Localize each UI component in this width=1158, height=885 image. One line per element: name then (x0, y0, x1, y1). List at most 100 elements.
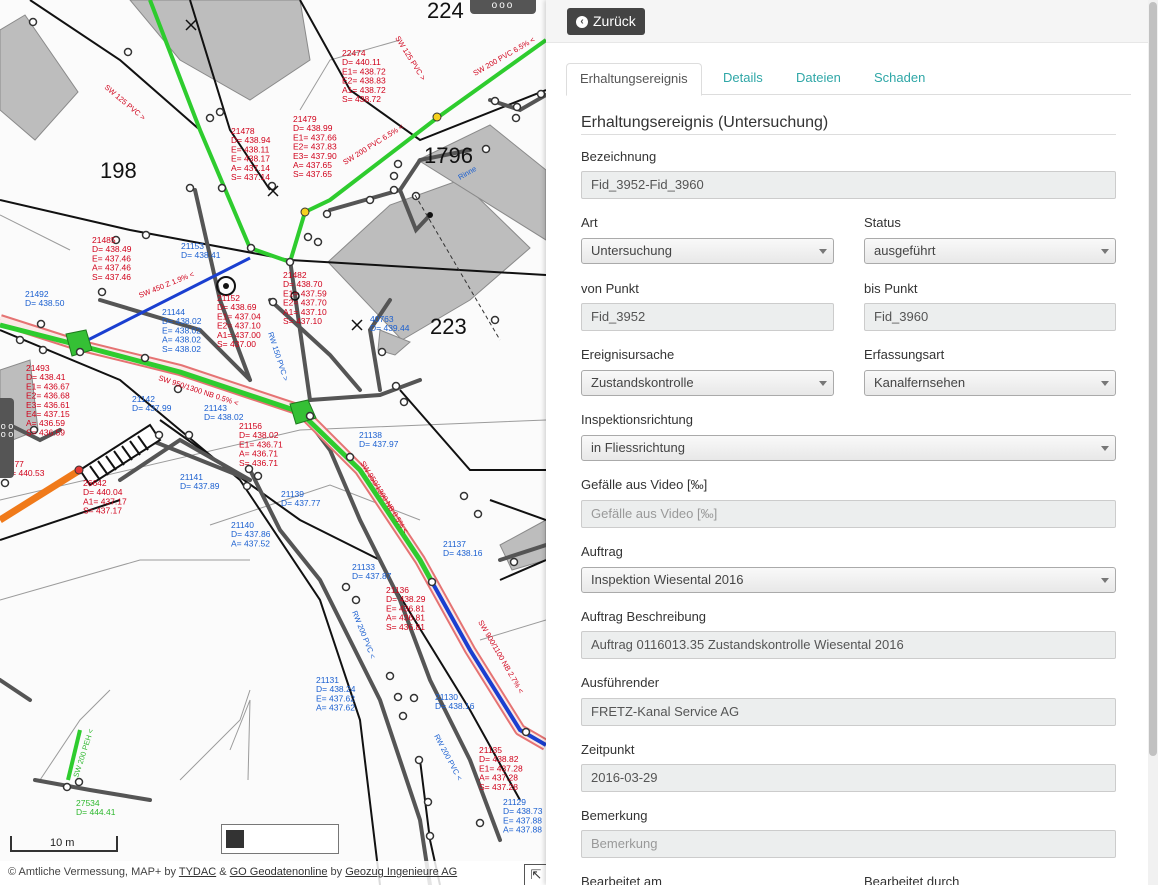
zeitpunkt-field[interactable]: 2016-03-29 (581, 764, 1116, 792)
bis-punkt-field[interactable]: Fid_3960 (864, 303, 1116, 331)
scrollbar-thumb[interactable] (1149, 2, 1157, 756)
auftrag-beschreibung-field[interactable]: Auftrag 0116013.35 Zustandskontrolle Wie… (581, 631, 1116, 659)
status-label: Status (864, 215, 901, 230)
manhole-label: 21130 D= 438.16 (435, 692, 475, 711)
map-view[interactable]: 22474 D= 440.11 E1= 438.72 E2= 438.83 A1= 43… (0, 0, 546, 885)
chevron-down-icon (1101, 578, 1109, 583)
gefaelle-input[interactable]: Gefälle aus Video [‰] (581, 500, 1116, 528)
bearbeitet-durch-label: Bearbeitet durch (864, 874, 960, 885)
tab-details[interactable]: Details (710, 63, 776, 93)
manhole-label: 21135 D= 438.82 E1= 437.28 A= 437.28 S= 437.… (479, 745, 523, 792)
inspektionsrichtung-value: in Fliessrichtung (591, 440, 685, 455)
inspektionsrichtung-label: Inspektionsrichtung (581, 412, 694, 427)
tab-bar: Erhaltungsereignis Details Dateien Schad… (566, 63, 1131, 96)
manhole-label: 21492 D= 438.50 (25, 289, 65, 308)
von-punkt-field[interactable]: Fid_3952 (581, 303, 834, 331)
pipe-label: SW 125 PVC > (103, 83, 148, 123)
chevron-down-icon (819, 381, 827, 386)
manhole-label: 21141 D= 437.89 (180, 472, 220, 491)
attribution-by: by (164, 866, 177, 878)
map-canvas[interactable]: 22474 D= 440.11 E1= 438.72 E2= 438.83 A1= 43… (0, 0, 546, 885)
erfassungsart-value: Kanalfernsehen (874, 375, 966, 390)
attribution-brand: MAP+ (131, 866, 162, 878)
manhole-label: 21140 D= 437.86 A= 437.52 (231, 520, 271, 548)
status-value: ausgeführt (874, 243, 936, 258)
auftrag-value: Inspektion Wiesental 2016 (591, 572, 744, 587)
map-side-menu-button[interactable]: o o o o (0, 398, 14, 478)
attribution-by: by (330, 866, 343, 878)
expand-icon[interactable]: ⇱ (524, 864, 546, 885)
chevron-down-icon (1101, 249, 1109, 254)
manhole-label: 21131 D= 438.24 E= 437.62 A= 437.62 (316, 675, 356, 713)
attribution-link-geodatenonline[interactable]: GO Geodatenonline (230, 866, 328, 878)
back-button[interactable]: ‹ Zurück (567, 8, 645, 35)
status-select[interactable]: ausgeführt (864, 238, 1116, 264)
pipe-label: SW 900/1100 NB 2.7% < (476, 619, 526, 696)
ausfuehrender-label: Ausführender (581, 675, 660, 690)
art-value: Untersuchung (591, 243, 672, 258)
ausfuehrender-field[interactable]: FRETZ-Kanal Service AG (581, 698, 1116, 726)
erfassungsart-label: Erfassungsart (864, 347, 945, 362)
zeitpunkt-label: Zeitpunkt (581, 742, 635, 757)
manhole-label: 21139 D= 437.77 (281, 489, 321, 508)
attribution-prefix: © Amtliche Vermessung, (8, 866, 128, 878)
manhole-label: 26642 D= 440.04 A1= 437.17 S= 437.17 (83, 478, 127, 516)
gefaelle-label: Gefälle aus Video [‰] (581, 477, 708, 492)
manhole-label: 21133 D= 437.87 (352, 562, 392, 581)
ereignisursache-label: Ereignisursache (581, 347, 675, 362)
manhole-label: 21156 D= 438.02 E1= 436.71 A= 436.71 S= 436.… (239, 421, 283, 468)
manhole-label: 21137 D= 438.16 (443, 539, 483, 558)
bezeichnung-label: Bezeichnung (581, 149, 657, 164)
minimap-viewport (226, 830, 244, 848)
von-punkt-label: von Punkt (581, 281, 639, 296)
panel-toolbar: ‹ Zurück (546, 0, 1148, 43)
pipe-label: SW 125 PVC > (393, 34, 428, 82)
map-attribution: © Amtliche Vermessung, MAP+ by TYDAC & G… (0, 861, 546, 885)
manhole-label: 21478 D= 438.94 E= 438.11 E= 438.17 A= 437.1… (231, 126, 271, 182)
map-top-menu-button[interactable]: ooo (470, 0, 536, 14)
attribution-link-tydac[interactable]: TYDAC (179, 866, 216, 878)
panel-scrollbar[interactable] (1148, 0, 1158, 885)
detail-panel: ‹ Zurück Erhaltungsereignis Details Date… (546, 0, 1158, 885)
auftrag-label: Auftrag (581, 544, 623, 559)
auftrag-select[interactable]: Inspektion Wiesental 2016 (581, 567, 1116, 593)
parcel-number: 223 (430, 314, 467, 339)
chevron-down-icon (1101, 381, 1109, 386)
manhole-label: 22474 D= 440.11 E1= 438.72 E2= 438.83 A1= 43… (342, 48, 386, 104)
art-label: Art (581, 215, 598, 230)
attribution-link-geozug[interactable]: Geozug Ingenieure AG (345, 866, 457, 878)
ereignisursache-value: Zustandskontrolle (591, 375, 694, 390)
parcel-number: 1796 (424, 143, 473, 168)
tab-schaden[interactable]: Schaden (861, 63, 938, 93)
building (0, 14, 79, 141)
manhole-label: 27534 D= 444.41 (76, 798, 116, 817)
ereignisursache-select[interactable]: Zustandskontrolle (581, 370, 834, 396)
manhole-label: 21152 D= 438.69 E1= 437.04 E2= 437.10 A1= 43… (217, 293, 261, 349)
parcel-number: 224 (427, 0, 464, 23)
inspektionsrichtung-select[interactable]: in Fliessrichtung (581, 435, 1116, 461)
manhole-label: 21138 D= 437.97 (359, 430, 399, 449)
attribution-amp: & (219, 866, 227, 878)
bezeichnung-field[interactable]: Fid_3952-Fid_3960 (581, 171, 1116, 199)
pipe-label: SW 950/1300 NB 0.5% < (358, 459, 410, 535)
overview-minimap[interactable] (221, 824, 339, 854)
manhole-label: 21153 D= 438.41 (181, 241, 221, 260)
manhole-label: 21142 D= 437.99 (132, 394, 172, 413)
bemerkung-input[interactable]: Bemerkung (581, 830, 1116, 858)
tab-dateien[interactable]: Dateien (783, 63, 854, 93)
pipe-label: RW 150 PVC > (266, 331, 290, 383)
chevron-down-icon (819, 249, 827, 254)
auftrag-beschreibung-label: Auftrag Beschreibung (581, 609, 707, 624)
arrow-left-icon: ‹ (576, 15, 588, 28)
chevron-down-icon (1101, 446, 1109, 451)
bis-punkt-label: bis Punkt (864, 281, 918, 296)
manhole-label: 21144 D= 438.02 E= 438.02 A= 438.02 S= 438.0… (162, 307, 202, 354)
bemerkung-label: Bemerkung (581, 808, 648, 823)
manhole-label: 21129 D= 438.73 E= 437.88 A= 437.88 (503, 797, 543, 835)
tab-erhaltungsereignis[interactable]: Erhaltungsereignis (566, 63, 702, 96)
erfassungsart-select[interactable]: Kanalfernsehen (864, 370, 1116, 396)
art-select[interactable]: Untersuchung (581, 238, 834, 264)
pipe-label: SW 200 PVC 6.5% < (341, 122, 406, 167)
manhole-label: 21143 D= 438.02 (204, 403, 244, 422)
back-button-label: Zurück (593, 13, 636, 29)
